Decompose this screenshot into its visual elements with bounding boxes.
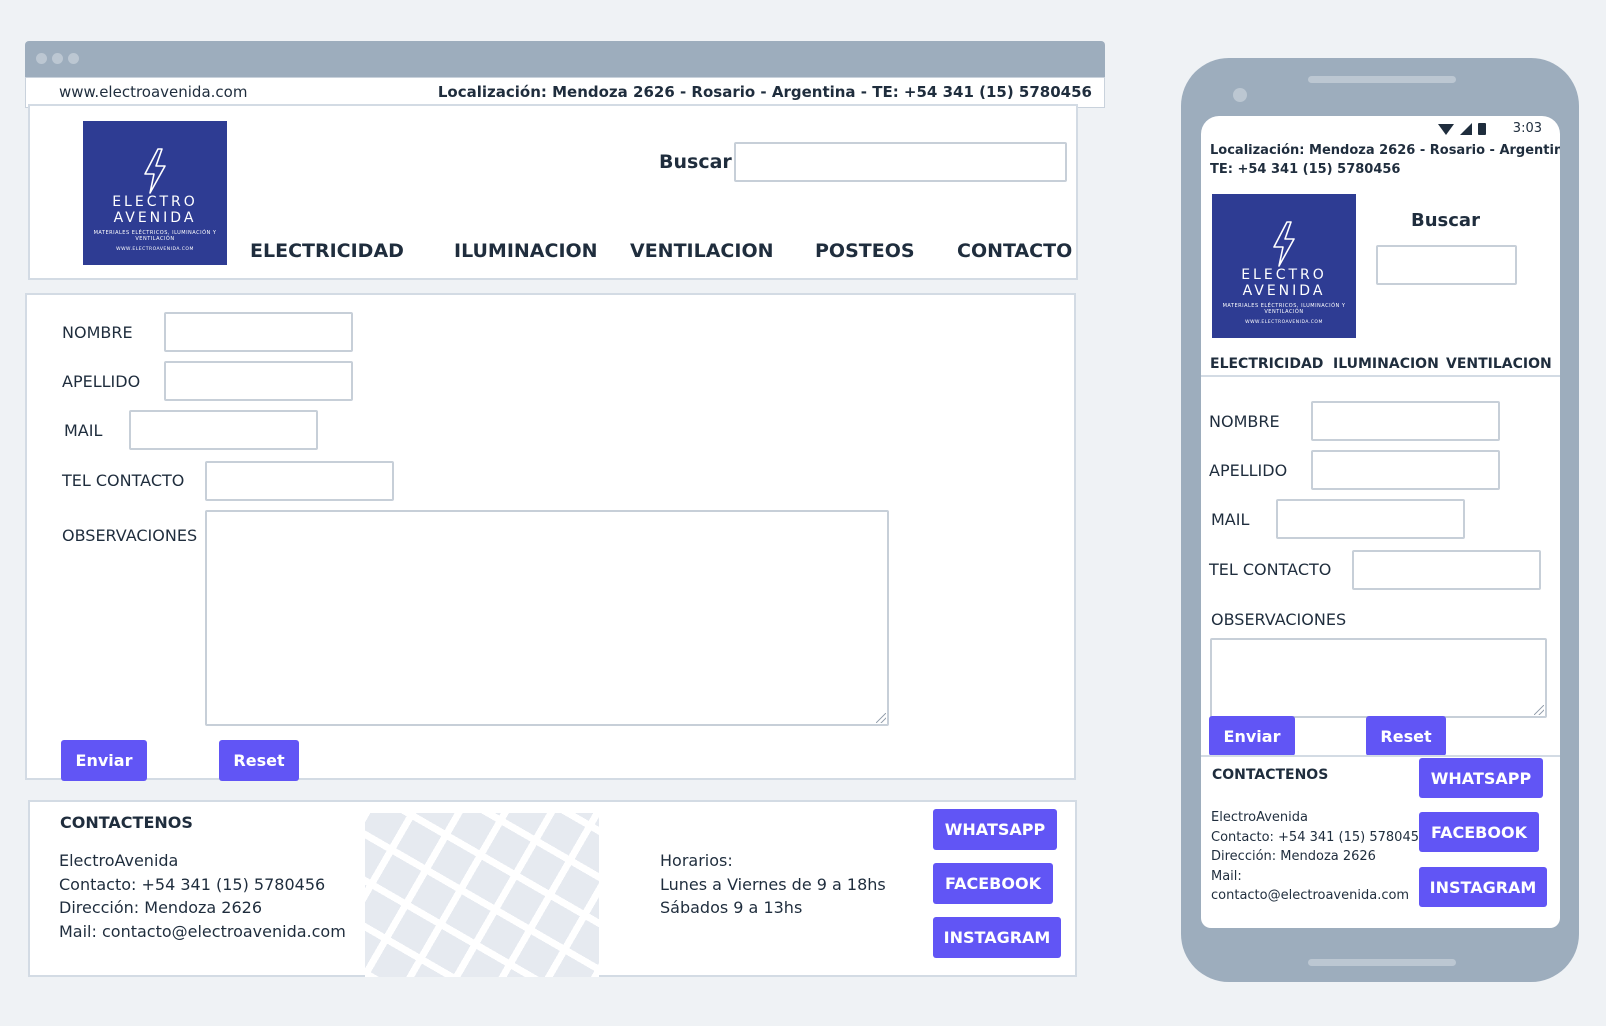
mobile-enviar-button[interactable]: Enviar — [1209, 716, 1295, 756]
footer-company-name: ElectroAvenida — [59, 851, 179, 870]
footer-address: Dirección: Mendoza 2626 — [59, 898, 263, 917]
mobile-nombre-label: NOMBRE — [1209, 412, 1280, 431]
contact-form: NOMBRE APELLIDO MAIL TEL CONTACTO OBSERV… — [25, 293, 1076, 781]
divider — [1201, 755, 1560, 757]
nav-item-electricidad[interactable]: ELECTRICIDAD — [250, 240, 404, 262]
mobile-footer-heading: CONTACTENOS — [1212, 767, 1329, 783]
status-bar: 3:03 — [1201, 116, 1560, 142]
battery-icon — [1478, 123, 1486, 135]
whatsapp-button[interactable]: WHATSAPP — [933, 809, 1057, 850]
logo-title-line1: ELECTRO — [112, 194, 198, 210]
resize-handle-icon[interactable] — [876, 713, 886, 723]
mobile-apellido-input[interactable] — [1311, 450, 1500, 490]
mail-label: MAIL — [64, 421, 103, 440]
site-header: ELECTRO AVENIDA MATERIALES ELÉCTRICOS, I… — [28, 104, 1078, 280]
mobile-site-logo[interactable]: ELECTRO AVENIDA MATERIALES ELÉCTRICOS, I… — [1212, 194, 1356, 338]
resize-handle-icon[interactable] — [1534, 705, 1544, 715]
divider — [1201, 375, 1560, 377]
desktop-browser-mockup: www.electroavenida.com Localización: Men… — [25, 41, 1105, 1005]
site-footer: CONTACTENOS ElectroAvenida Contacto: +54… — [28, 800, 1077, 977]
logo-website: WWW.ELECTROAVENIDA.COM — [1245, 320, 1323, 325]
search-label: Buscar — [659, 151, 732, 173]
mobile-nav-iluminacion[interactable]: ILUMINACION — [1333, 356, 1439, 372]
lightning-bolt-icon — [1273, 221, 1295, 267]
logo-title-line1: ELECTRO — [1241, 267, 1327, 283]
status-icons — [1438, 123, 1486, 135]
mobile-location-line2: TE: +54 341 (15) 5780456 — [1210, 162, 1401, 177]
mobile-instagram-button[interactable]: INSTAGRAM — [1419, 867, 1547, 907]
mobile-footer-company-name: ElectroAvenida — [1211, 810, 1308, 825]
mobile-location-line1: Localización: Mendoza 2626 - Rosario - A… — [1210, 143, 1560, 158]
phone-camera — [1233, 88, 1247, 102]
mobile-screen: 3:03 Localización: Mendoza 2626 - Rosari… — [1201, 116, 1560, 928]
phone-home-bar — [1308, 959, 1456, 966]
logo-title-line2: AVENIDA — [1242, 283, 1326, 299]
map-placeholder[interactable] — [365, 813, 599, 977]
footer-contact: Contacto: +54 341 (15) 5780456 — [59, 875, 326, 894]
mobile-nav-electricidad[interactable]: ELECTRICIDAD — [1210, 356, 1323, 372]
mobile-search-input[interactable] — [1376, 245, 1517, 285]
apellido-input[interactable] — [164, 361, 353, 401]
nav-item-contacto[interactable]: CONTACTO — [957, 240, 1072, 262]
mobile-tel-input[interactable] — [1352, 550, 1541, 590]
reset-button[interactable]: Reset — [219, 740, 299, 781]
nombre-input[interactable] — [164, 312, 353, 352]
mobile-facebook-button[interactable]: FACEBOOK — [1419, 812, 1539, 852]
mobile-phone-mockup: 3:03 Localización: Mendoza 2626 - Rosari… — [1181, 58, 1579, 982]
logo-tagline: MATERIALES ELÉCTRICOS, ILUMINACIÓN Y VEN… — [93, 230, 217, 242]
lightning-bolt-icon — [144, 148, 166, 194]
mobile-footer-contact: Contacto: +54 341 (15) 5780456 — [1211, 830, 1428, 845]
phone-speaker — [1308, 76, 1456, 83]
logo-title-line2: AVENIDA — [113, 210, 197, 226]
mobile-nav-ventilacion[interactable]: VENTILACION — [1446, 356, 1552, 372]
facebook-button[interactable]: FACEBOOK — [933, 863, 1053, 904]
mobile-observaciones-label: OBSERVACIONES — [1211, 610, 1347, 629]
apellido-label: APELLIDO — [62, 372, 141, 391]
footer-heading: CONTACTENOS — [60, 813, 193, 832]
mail-input[interactable] — [129, 410, 318, 450]
instagram-button[interactable]: INSTAGRAM — [933, 917, 1061, 958]
mobile-nombre-input[interactable] — [1311, 401, 1500, 441]
nav-item-iluminacion[interactable]: ILUMINACION — [454, 240, 598, 262]
tel-input[interactable] — [205, 461, 394, 501]
browser-title-bar — [25, 41, 1105, 77]
mobile-reset-button[interactable]: Reset — [1366, 716, 1446, 756]
mobile-footer-mail[interactable]: contacto@electroavenida.com — [1211, 886, 1409, 906]
observaciones-textarea[interactable] — [205, 510, 889, 726]
footer-mail[interactable]: Mail: contacto@electroavenida.com — [59, 920, 346, 944]
logo-website: WWW.ELECTROAVENIDA.COM — [116, 247, 194, 252]
logo-tagline: MATERIALES ELÉCTRICOS, ILUMINACIÓN Y VEN… — [1222, 303, 1346, 315]
hours-saturday: Sábados 9 a 13hs — [660, 898, 803, 917]
signal-icon — [1460, 123, 1472, 135]
nombre-label: NOMBRE — [62, 323, 133, 342]
window-dot-icon — [52, 53, 63, 64]
mobile-footer-address: Dirección: Mendoza 2626 — [1211, 849, 1376, 864]
nav-item-posteos[interactable]: POSTEOS — [815, 240, 915, 262]
window-dot-icon — [68, 53, 79, 64]
mobile-mail-input[interactable] — [1276, 499, 1465, 539]
location-info: Localización: Mendoza 2626 - Rosario - A… — [437, 83, 1092, 101]
observaciones-label: OBSERVACIONES — [62, 526, 198, 545]
tel-label: TEL CONTACTO — [62, 471, 185, 490]
site-logo[interactable]: ELECTRO AVENIDA MATERIALES ELÉCTRICOS, I… — [83, 121, 227, 265]
hours-weekdays: Lunes a Viernes de 9 a 18hs — [660, 875, 886, 894]
mobile-mail-label: MAIL — [1211, 510, 1250, 529]
mobile-search-label: Buscar — [1411, 210, 1480, 231]
enviar-button[interactable]: Enviar — [61, 740, 147, 781]
mobile-apellido-label: APELLIDO — [1209, 461, 1288, 480]
mobile-tel-label: TEL CONTACTO — [1209, 560, 1332, 579]
search-input[interactable] — [734, 142, 1067, 182]
mobile-observaciones-textarea[interactable] — [1210, 638, 1547, 718]
site-url[interactable]: www.electroavenida.com — [59, 83, 247, 101]
wifi-icon — [1438, 124, 1454, 135]
window-dot-icon — [36, 53, 47, 64]
hours-title: Horarios: — [660, 851, 733, 870]
status-time: 3:03 — [1512, 121, 1542, 136]
mobile-whatsapp-button[interactable]: WHATSAPP — [1419, 758, 1543, 798]
mobile-footer-mail-label: Mail: — [1211, 869, 1242, 884]
nav-item-ventilacion[interactable]: VENTILACION — [630, 240, 774, 262]
